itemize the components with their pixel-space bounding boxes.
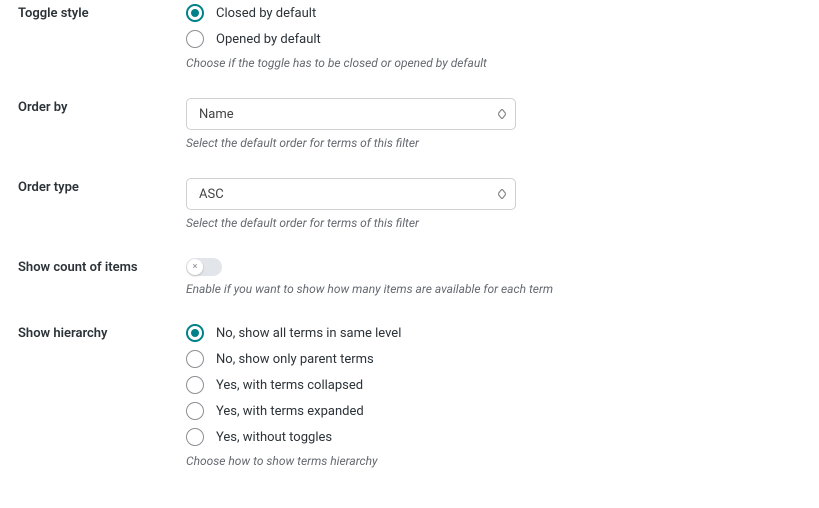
order-by-select[interactable]: Name (186, 98, 516, 130)
toggle-style-closed[interactable]: Closed by default (186, 4, 801, 22)
radio-label: Closed by default (216, 6, 316, 21)
order-type-select[interactable]: ASC (186, 178, 516, 210)
hierarchy-option-expanded[interactable]: Yes, with terms expanded (186, 402, 801, 420)
radio-icon (186, 376, 204, 394)
toggle-style-label: Toggle style (18, 6, 89, 21)
radio-label: No, show all terms in same level (216, 326, 401, 341)
radio-icon (186, 402, 204, 420)
show-count-label: Show count of items (18, 260, 138, 275)
radio-icon (186, 30, 204, 48)
radio-icon (186, 324, 204, 342)
radio-label: Yes, without toggles (216, 430, 332, 445)
radio-label: Yes, with terms expanded (216, 404, 364, 419)
toggle-style-group: Closed by default Opened by default (186, 4, 801, 48)
order-type-description: Select the default order for terms of th… (186, 216, 801, 230)
toggle-style-description: Choose if the toggle has to be closed or… (186, 56, 801, 70)
radio-label: No, show only parent terms (216, 352, 374, 367)
hierarchy-option-same-level[interactable]: No, show all terms in same level (186, 324, 801, 342)
order-by-value: Name (199, 107, 234, 122)
show-hierarchy-group: No, show all terms in same level No, sho… (186, 324, 801, 446)
show-count-description: Enable if you want to show how many item… (186, 282, 801, 296)
order-by-label: Order by (18, 100, 67, 115)
hierarchy-option-no-toggles[interactable]: Yes, without toggles (186, 428, 801, 446)
toggle-off-icon: × (193, 263, 198, 272)
radio-label: Opened by default (216, 32, 321, 47)
order-by-description: Select the default order for terms of th… (186, 136, 801, 150)
order-type-value: ASC (199, 187, 224, 202)
radio-icon (186, 4, 204, 22)
toggle-style-opened[interactable]: Opened by default (186, 30, 801, 48)
show-hierarchy-label: Show hierarchy (18, 326, 108, 341)
hierarchy-option-collapsed[interactable]: Yes, with terms collapsed (186, 376, 801, 394)
radio-label: Yes, with terms collapsed (216, 378, 363, 393)
show-count-toggle[interactable]: × (186, 258, 222, 276)
show-hierarchy-description: Choose how to show terms hierarchy (186, 454, 801, 468)
order-type-label: Order type (18, 180, 79, 195)
radio-icon (186, 350, 204, 368)
radio-icon (186, 428, 204, 446)
hierarchy-option-parent-only[interactable]: No, show only parent terms (186, 350, 801, 368)
